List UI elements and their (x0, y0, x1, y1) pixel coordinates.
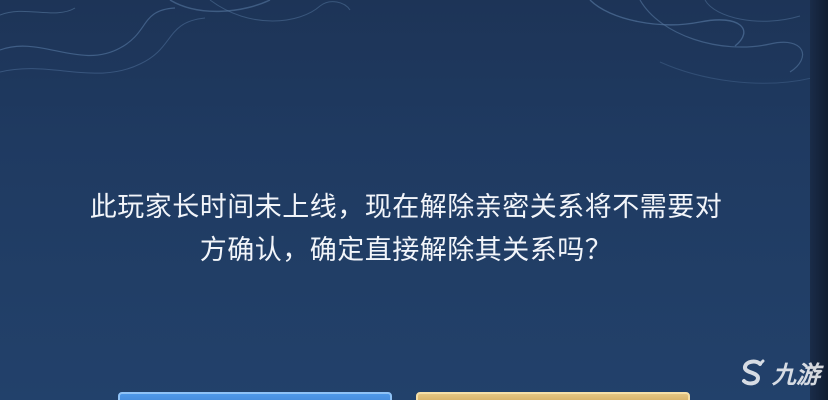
watermark-text: 九游 (772, 361, 820, 389)
dialog-message-line-2: 方确认，确定直接解除其关系吗？ (199, 235, 613, 266)
right-edge-strip (810, 0, 828, 400)
s-logo-icon (742, 359, 765, 385)
dialog-message-line-1: 此玩家长时间未上线，现在解除亲密关系将不需要对 (89, 192, 723, 223)
dialog-message: 此玩家长时间未上线，现在解除亲密关系将不需要对 方确认，确定直接解除其关系吗？ (14, 186, 798, 272)
confirm-button[interactable] (416, 392, 690, 400)
cancel-button[interactable] (118, 392, 392, 400)
cloud-ornament (0, 0, 812, 84)
watermark: 九游 (738, 355, 820, 390)
game-dialog-screen: 此玩家长时间未上线，现在解除亲密关系将不需要对 方确认，确定直接解除其关系吗？ … (0, 0, 828, 400)
dialog-panel: 此玩家长时间未上线，现在解除亲密关系将不需要对 方确认，确定直接解除其关系吗？ (0, 0, 812, 400)
